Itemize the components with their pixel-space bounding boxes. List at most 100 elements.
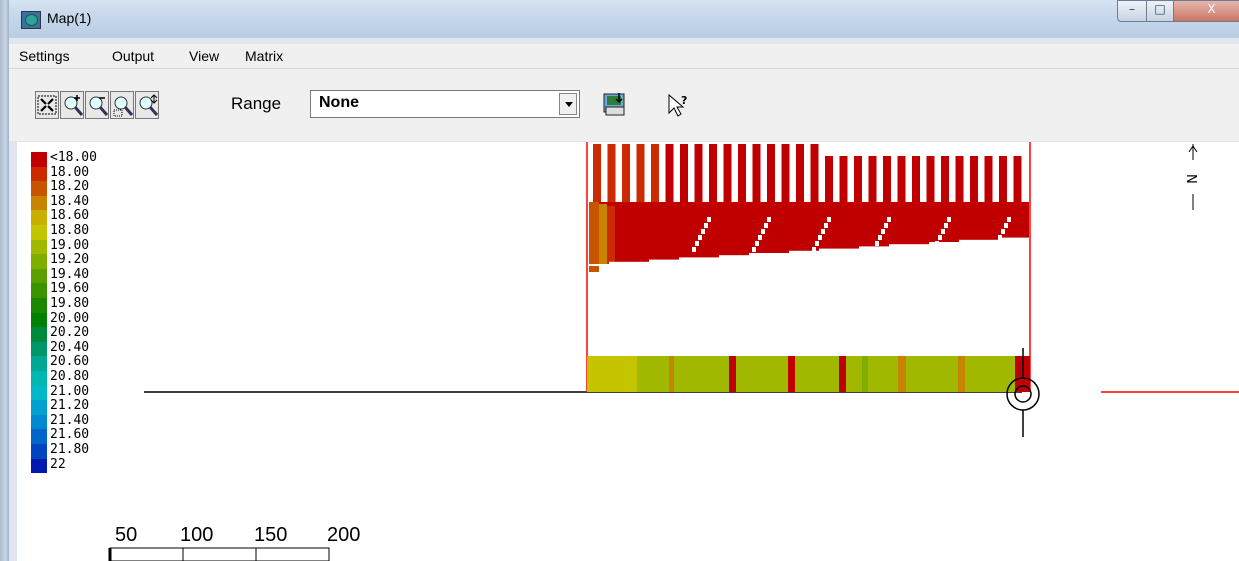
- contour-gap: [764, 223, 768, 228]
- zoom-out-icon: [89, 96, 109, 116]
- contour-gap: [719, 255, 729, 266]
- north-arrow: N: [1183, 144, 1198, 210]
- contour-gap: [649, 259, 659, 266]
- contour-cell: [883, 156, 891, 202]
- caption-buttons: – □ X: [1117, 0, 1239, 22]
- contour-gap: [699, 257, 709, 266]
- contour-gap: [599, 264, 609, 266]
- contour-gap: [709, 257, 719, 266]
- title-bar[interactable]: Map(1) – □ X: [9, 0, 1239, 38]
- scale-label-200: 200: [327, 524, 361, 546]
- contour-gap: [1009, 237, 1019, 266]
- contour-cell: [941, 156, 949, 202]
- band-segment: [669, 356, 674, 392]
- contour-gap: [799, 250, 809, 266]
- contour-cell: [781, 144, 790, 202]
- contour-gap: [779, 253, 789, 266]
- zoom-extents-button[interactable]: [35, 91, 59, 119]
- minimize-button[interactable]: –: [1117, 0, 1147, 22]
- contour-cell: [999, 156, 1007, 202]
- contour-gap: [767, 217, 771, 222]
- contour-gap: [759, 253, 769, 266]
- map-canvas[interactable]: <18.00 18.00 18.20 18.40 18.60 18.80 19.00 19.2…: [17, 142, 1239, 561]
- export-button[interactable]: [601, 91, 627, 119]
- band-segment: [736, 356, 788, 392]
- contour-gap: [698, 235, 702, 240]
- contour-cell: [970, 156, 978, 202]
- contour-cell: [680, 144, 688, 202]
- contour-gap: [899, 244, 909, 266]
- contour-cell: [752, 144, 761, 202]
- scale-label-150: 150: [254, 524, 288, 546]
- app-icon: [21, 11, 41, 29]
- close-button[interactable]: X: [1173, 0, 1239, 22]
- contour-cell: [839, 156, 848, 202]
- contour-gap: [619, 261, 629, 266]
- contour-gap: [839, 248, 849, 266]
- zoom-window-button[interactable]: [110, 91, 134, 119]
- zoom-in-icon: [64, 95, 84, 116]
- north-label: N: [1183, 174, 1198, 184]
- scale-bar: [108, 547, 330, 561]
- map-drawing: N: [108, 142, 1239, 561]
- contour-gap: [827, 217, 831, 222]
- range-label: Range: [231, 94, 282, 113]
- close-icon: X: [1207, 2, 1216, 16]
- contour-gap: [669, 259, 679, 266]
- contour-gap: [929, 242, 939, 266]
- zoom-in-button[interactable]: [60, 91, 84, 119]
- zoom-out-button[interactable]: [85, 91, 109, 119]
- contour-gap: [761, 229, 765, 234]
- contour-gap: [729, 255, 739, 266]
- minimize-icon: –: [1129, 2, 1135, 16]
- contour-cell: [665, 144, 674, 202]
- contour-gap: [819, 248, 829, 266]
- contour-gap: [692, 247, 696, 252]
- maximize-button[interactable]: □: [1146, 0, 1174, 22]
- menu-settings[interactable]: Settings: [19, 48, 70, 64]
- menu-output[interactable]: Output: [112, 48, 154, 64]
- contour-gap: [1001, 229, 1005, 234]
- map-window: Map(1) – □ X Settings Output View Matrix: [0, 0, 1239, 561]
- contour-gap: [809, 250, 819, 266]
- contour-gap: [689, 257, 699, 266]
- contour-gap: [949, 242, 959, 266]
- zoom-extents-icon: [37, 95, 57, 115]
- contour-cell: [854, 156, 862, 202]
- contour-gap: [815, 241, 819, 246]
- zoom-window-icon: [113, 96, 134, 117]
- band-segment: [729, 356, 736, 392]
- contour-gap: [879, 246, 889, 266]
- contour-cell: [912, 156, 920, 202]
- window-frame: [0, 0, 9, 561]
- contour-cell: [897, 156, 906, 202]
- contour-gap: [789, 250, 799, 266]
- zoom-pan-icon: [139, 94, 159, 116]
- zoom-pan-button[interactable]: [135, 91, 159, 119]
- contour-gap: [749, 253, 759, 266]
- contour-gap: [849, 248, 859, 266]
- band-segment: [674, 356, 729, 392]
- contour-gap: [859, 246, 869, 266]
- chevron-down-icon[interactable]: [559, 93, 577, 115]
- menu-matrix[interactable]: Matrix: [245, 48, 283, 64]
- contour-cell: [593, 144, 601, 202]
- contour-gap: [869, 246, 879, 266]
- contour-cell: [636, 144, 645, 202]
- scale-label-50: 50: [115, 524, 138, 546]
- contour-cell: [589, 202, 599, 272]
- range-dropdown[interactable]: None: [310, 90, 580, 118]
- contour-cell: [738, 144, 746, 202]
- contour-cell: [796, 144, 804, 202]
- contour-gap: [758, 235, 762, 240]
- contour-gap: [881, 229, 885, 234]
- menu-view[interactable]: View: [189, 48, 219, 64]
- contour-gap: [589, 264, 599, 266]
- contour-gap: [629, 261, 639, 266]
- band-segment: [958, 356, 965, 392]
- contour-gap: [1019, 237, 1029, 266]
- band-segment: [587, 356, 637, 392]
- pointer-help-button[interactable]: ?: [664, 91, 690, 119]
- contour-cell: [622, 144, 630, 202]
- contour-gap: [959, 239, 969, 266]
